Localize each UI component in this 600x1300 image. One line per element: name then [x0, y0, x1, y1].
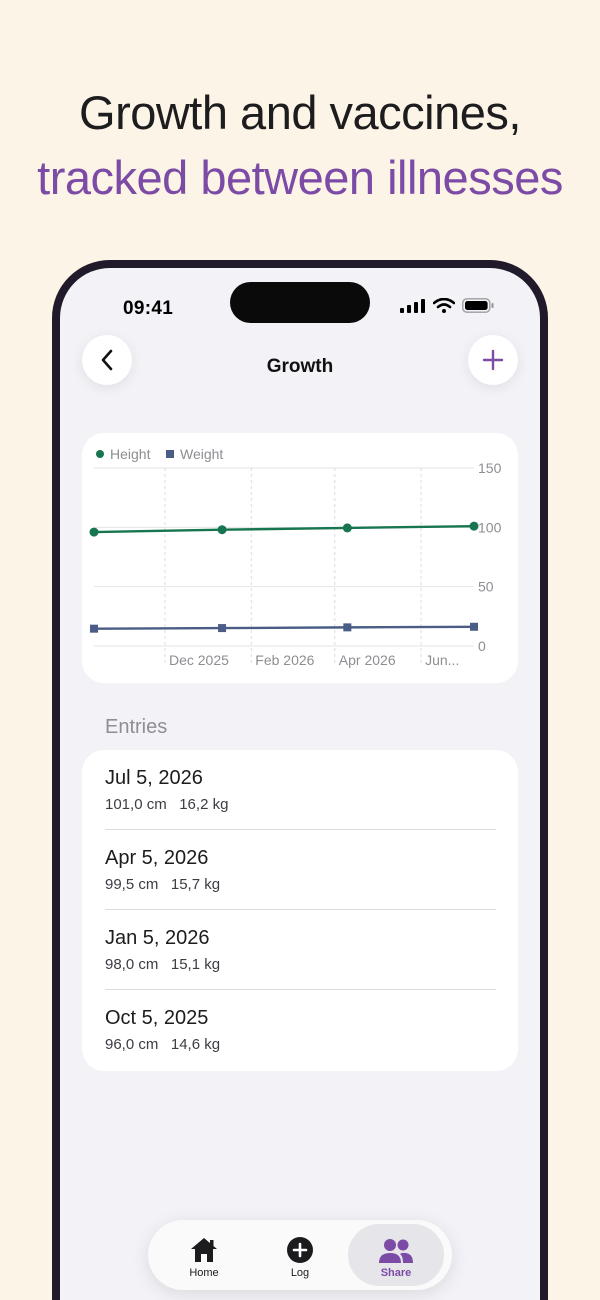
x-tick-label: Jun...: [425, 652, 459, 668]
tab-label: Log: [290, 1267, 310, 1279]
entry-height: 96,0 cm: [105, 1036, 159, 1053]
y-tick-label: 0: [478, 638, 486, 654]
growth-chart-card: 0 50 100 150 Dec 2025 Feb 2026 Apr 2026 Jun... H…: [82, 433, 518, 683]
entry-measurements: 101,0 cm 16,2 kg: [105, 796, 228, 813]
y-tick-label: 150: [478, 460, 502, 476]
data-point-height: [342, 523, 352, 533]
entry-measurements: 99,5 cm 15,7 kg: [105, 876, 220, 893]
add-entry-button[interactable]: [468, 335, 518, 385]
list-item[interactable]: Oct 5, 2025 96,0 cm 14,6 kg: [105, 990, 496, 1070]
data-point-height: [469, 521, 479, 531]
tab-bar: Home Log Share: [148, 1220, 452, 1290]
data-point-height: [217, 525, 227, 535]
x-tick-label: Feb 2026: [255, 652, 314, 668]
list-item[interactable]: Jul 5, 2026 101,0 cm 16,2 kg: [105, 750, 496, 830]
entries-section-label: Entries: [105, 716, 168, 738]
data-point-weight: [343, 623, 352, 632]
tab-label: Home: [189, 1267, 219, 1279]
data-point-height: [89, 527, 99, 537]
entry-date: Jul 5, 2026: [105, 767, 203, 789]
entry-weight: 16,2 kg: [179, 796, 229, 813]
signal-icon: [400, 298, 425, 313]
series-line-weight: [93, 625, 475, 630]
legend-label: Weight: [180, 446, 223, 462]
tab-share[interactable]: Share: [348, 1224, 444, 1286]
house-icon: [191, 1238, 217, 1262]
entries-list: Jul 5, 2026 101,0 cm 16,2 kg Apr 5, 2026…: [82, 750, 518, 1071]
entry-date: Jan 5, 2026: [105, 927, 210, 949]
battery-icon: [462, 298, 494, 313]
entry-measurements: 98,0 cm 15,1 kg: [105, 956, 220, 973]
entry-weight: 14,6 kg: [170, 1036, 221, 1053]
tab-label: Share: [380, 1267, 412, 1279]
status-icons: [400, 298, 494, 313]
people-icon: [379, 1239, 413, 1263]
data-point-weight: [470, 622, 478, 631]
entry-height: 101,0 cm: [105, 796, 167, 813]
list-item[interactable]: Apr 5, 2026 99,5 cm 15,7 kg: [105, 830, 496, 910]
x-tick-label: Apr 2026: [339, 652, 396, 668]
growth-chart: 0 50 100 150 Dec 2025 Feb 2026 Apr 2026 Jun... H…: [89, 446, 502, 668]
y-tick-label: 50: [478, 579, 494, 595]
entry-measurements: 96,0 cm 14,6 kg: [105, 1036, 220, 1053]
entry-date: Oct 5, 2025: [105, 1007, 209, 1029]
legend-label: Height: [110, 446, 151, 462]
plus-circle-icon: [287, 1237, 313, 1263]
headline-subtitle: tracked between illnesses: [37, 151, 563, 204]
data-point-weight: [218, 624, 227, 633]
entry-date: Apr 5, 2026: [105, 847, 209, 869]
phone-screen: 09:41 Growth 0 50 100 150 Dec 2025 Feb 2…: [60, 268, 540, 1300]
headline-title: Growth and vaccines,: [79, 86, 521, 139]
legend-marker: [166, 450, 174, 458]
plus-icon: [482, 349, 504, 371]
entry-height: 99,5 cm: [105, 876, 159, 893]
tab-log[interactable]: Log: [252, 1224, 348, 1286]
wifi-icon: [433, 298, 455, 313]
headline: Growth and vaccines, tracked between ill…: [0, 84, 600, 207]
status-time: 09:41: [123, 298, 174, 319]
phone-frame: 09:41 Growth 0 50 100 150 Dec 2025 Feb 2…: [52, 260, 548, 1300]
entry-weight: 15,7 kg: [170, 876, 221, 893]
list-item[interactable]: Jan 5, 2026 98,0 cm 15,1 kg: [105, 910, 496, 990]
entry-height: 98,0 cm: [105, 956, 159, 973]
data-point-weight: [90, 624, 98, 633]
y-tick-label: 100: [478, 519, 502, 535]
legend-marker: [96, 450, 104, 458]
x-tick-label: Dec 2025: [169, 652, 229, 668]
entry-weight: 15,1 kg: [170, 956, 221, 973]
dynamic-island: [230, 282, 370, 323]
tab-home[interactable]: Home: [156, 1224, 252, 1286]
